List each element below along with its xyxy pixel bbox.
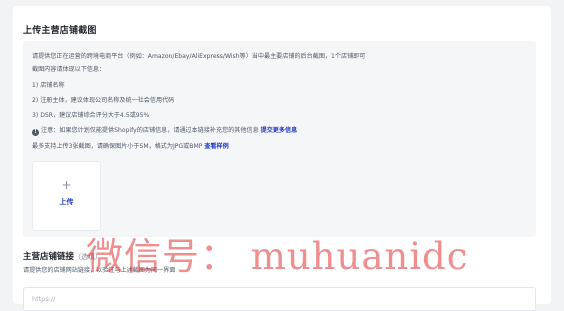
info-icon: !: [32, 129, 39, 136]
notice-text: 注意：如果您计划仅能提供Shopify的店铺信息，请通过本链接补充您的其他信息: [41, 127, 259, 134]
limit-text: 最多支持上传3张截图，请确保图片小于5M，格式为JPG或BMP: [32, 143, 203, 150]
info-line-5: 3) DSR，建议店铺综合评分大于4.5或95%: [32, 112, 150, 119]
limit-line: 最多支持上传3张截图，请确保图片小于5M，格式为JPG或BMP 查看样例: [32, 142, 229, 151]
submit-more-info-link[interactable]: 提交更多信息: [261, 127, 298, 134]
info-line-3: 1) 店铺名称: [32, 82, 65, 89]
info-line-1: 请提供您正在运营的跨境电商平台（例如：Amazon/Ebay/AliExpres…: [32, 53, 366, 60]
notice-line: ! 注意：如果您计划仅能提供Shopify的店铺信息，请通过本链接补充您的其他信息…: [32, 126, 297, 136]
info-line-2: 截图内容请体现以下信息：: [32, 66, 106, 73]
store-link-description: 请提供您的店铺网站链接，以验证与上述截图为同一界面: [23, 267, 176, 274]
form-card: 上传主营店铺截图 请提供您正在运营的跨境电商平台（例如：Amazon/Ebay/…: [13, 6, 551, 311]
store-url-input[interactable]: [23, 287, 536, 311]
section-title: 上传主营店铺截图: [23, 26, 97, 36]
view-sample-link[interactable]: 查看样例: [204, 143, 228, 150]
info-line-4: 2) 注册主体，建议体现公司名称及统一社会信用代码: [32, 97, 175, 104]
upload-label: 上传: [59, 198, 74, 206]
store-link-title: 主营店铺链接（选填）: [23, 250, 102, 262]
optional-tag: （选填）: [74, 253, 103, 261]
info-box: 请提供您正在运营的跨境电商平台（例如：Amazon/Ebay/AliExpres…: [23, 41, 536, 237]
store-link-title-text: 主营店铺链接: [23, 252, 75, 262]
plus-icon: +: [61, 178, 72, 192]
upload-button[interactable]: + 上传: [32, 161, 101, 231]
